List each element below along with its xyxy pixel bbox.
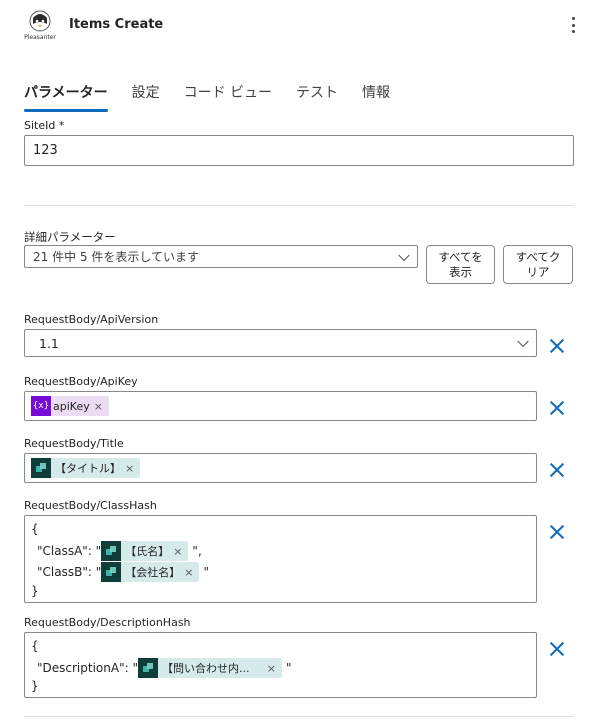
remove-token-icon[interactable]: × [125,462,134,475]
logo-text: Pleasanter [24,34,56,41]
remove-token-icon[interactable]: × [94,400,103,413]
class-b-token-label: 【会社名】 [125,566,181,579]
tab-settings[interactable]: 設定 [132,80,160,114]
title-token[interactable]: 【タイトル】 × [31,458,141,478]
description-a-key: "DescriptionA": " [37,661,138,675]
site-id-label: SiteId * [24,119,65,132]
pleasanter-logo: Pleasanter [22,8,58,44]
dynamic-content-icon [137,658,158,678]
description-hash-label: RequestBody/DescriptionHash [24,616,191,629]
title-label: RequestBody/Title [24,437,124,450]
class-hash-label: RequestBody/ClassHash [24,499,157,512]
title-field[interactable]: 【タイトル】 × [24,453,537,483]
divider [24,716,574,717]
class-hash-field[interactable]: { "ClassA": " 【氏名】 × ", "ClassB": " 【会社名… [24,515,537,603]
api-key-field[interactable]: {x} apiKey × [24,391,537,421]
description-hash-field[interactable]: { "DescriptionA": " 【問い合わせ内... × " } [24,632,537,698]
remove-token-icon[interactable]: × [184,566,193,579]
tab-code-view[interactable]: コード ビュー [184,80,272,114]
remove-description-hash-icon[interactable] [548,640,566,658]
dynamic-content-icon [101,541,122,561]
variable-icon: {x} [31,396,51,416]
site-id-input[interactable]: 123 [24,135,574,166]
api-version-dropdown[interactable]: 1.1 [24,329,537,357]
class-a-token[interactable]: 【氏名】 × [101,541,189,561]
dynamic-content-icon [101,562,122,582]
advanced-parameters-label: 詳細パラメーター [24,230,116,244]
api-version-label: RequestBody/ApiVersion [24,313,159,326]
clear-all-button[interactable]: すべてク リア [503,245,573,284]
tab-bar: パラメーター 設定 コード ビュー テスト 情報 [24,80,414,114]
tab-test[interactable]: テスト [296,80,338,114]
description-hash-open: { [31,639,39,653]
more-vertical-icon[interactable] [566,15,580,35]
class-b-end: " [203,565,209,579]
tab-parameters[interactable]: パラメーター [24,80,108,114]
advanced-parameters-selected: 21 件中 5 件を表示しています [33,250,199,264]
chevron-down-icon [398,249,410,261]
api-key-label: RequestBody/ApiKey [24,375,138,388]
description-hash-close: } [31,679,39,693]
class-a-key: "ClassA": " [37,544,102,558]
remove-token-icon[interactable]: × [173,545,182,558]
remove-title-icon[interactable] [548,461,566,479]
title-token-label: 【タイトル】 [55,462,121,475]
class-a-token-label: 【氏名】 [125,545,170,558]
description-a-token[interactable]: 【問い合わせ内... × [137,658,282,678]
tab-info[interactable]: 情報 [362,80,390,114]
chevron-down-icon [517,335,529,348]
api-version-value: 1.1 [39,335,59,351]
class-hash-open: { [31,522,39,536]
api-key-token[interactable]: {x} apiKey × [31,396,109,416]
api-key-token-label: apiKey [53,399,90,413]
description-a-end: " [285,661,292,675]
class-hash-close: } [31,584,39,598]
advanced-parameters-dropdown[interactable]: 21 件中 5 件を表示しています [24,245,418,268]
class-b-key: "ClassB": " [37,565,102,579]
show-all-button[interactable]: すべてを 表示 [426,245,495,284]
header: Pleasanter Items Create [0,0,595,52]
divider [24,205,574,206]
remove-class-hash-icon[interactable] [548,523,566,541]
class-b-token[interactable]: 【会社名】 × [101,562,200,582]
description-a-token-label: 【問い合わせ内... [161,662,250,675]
remove-api-version-icon[interactable] [548,337,566,355]
class-a-end: ", [192,544,202,558]
remove-token-icon[interactable]: × [257,662,276,675]
remove-api-key-icon[interactable] [548,399,566,417]
dynamic-content-icon [31,458,51,478]
page-title: Items Create [69,17,164,32]
